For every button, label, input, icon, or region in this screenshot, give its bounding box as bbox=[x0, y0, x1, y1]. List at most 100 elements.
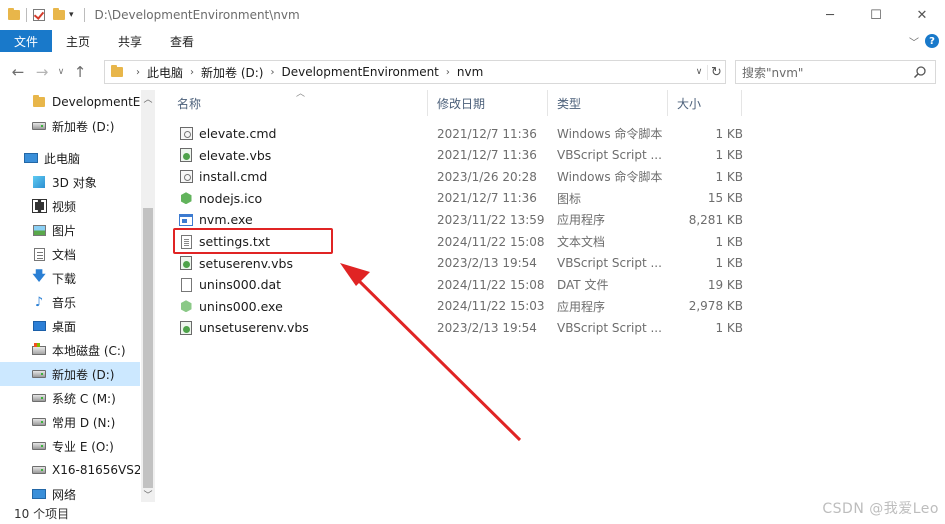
sidebar-item-3d-objects[interactable]: 3D 对象 bbox=[0, 170, 140, 194]
sidebar-item-network[interactable]: 网络 bbox=[0, 482, 140, 502]
file-row[interactable]: install.cmd 2023/1/26 20:28 Windows 命令脚本… bbox=[168, 166, 758, 187]
tab-file[interactable]: 文件 bbox=[0, 30, 53, 52]
file-date: 2021/12/7 11:36 bbox=[437, 148, 537, 163]
scrollbar-thumb[interactable] bbox=[143, 208, 153, 488]
sidebar-scrollbar[interactable]: ︿ ﹀ bbox=[141, 90, 155, 502]
sidebar-item-drive-d-pinned[interactable]: 新加卷 (D:) bbox=[0, 114, 140, 138]
sidebar-item-videos[interactable]: 视频 bbox=[0, 194, 140, 218]
window-title: D:\DevelopmentEnvironment\nvm bbox=[94, 8, 300, 22]
file-type: DAT 文件 bbox=[557, 278, 609, 293]
sidebar-item-documents[interactable]: 文档 bbox=[0, 242, 140, 266]
chevron-right-icon[interactable]: › bbox=[446, 67, 450, 78]
sidebar-item-label: 文档 bbox=[52, 247, 77, 262]
maximize-button[interactable]: ☐ bbox=[853, 0, 899, 30]
file-size: 15 KB bbox=[707, 191, 743, 206]
drive-icon bbox=[32, 367, 46, 381]
sidebar-item-label: 新加卷 (D:) bbox=[52, 119, 115, 134]
pictures-icon bbox=[32, 223, 46, 237]
breadcrumb-drive[interactable]: 新加卷 (D:) bbox=[201, 64, 263, 81]
column-name[interactable]: 名称 ︿ bbox=[168, 89, 428, 116]
dat-file-icon bbox=[179, 277, 193, 292]
sidebar-item-drive-n[interactable]: 常用 D (N:) bbox=[0, 410, 140, 434]
up-button[interactable]: ↑ bbox=[68, 60, 92, 84]
tab-view[interactable]: 查看 bbox=[156, 30, 208, 52]
explorer-window: ▾ D:\DevelopmentEnvironment\nvm ─ ☐ ✕ 文件… bbox=[0, 0, 945, 524]
tab-home[interactable]: 主页 bbox=[52, 30, 104, 52]
file-name: nodejs.ico bbox=[199, 190, 263, 206]
properties-icon[interactable] bbox=[33, 0, 45, 30]
watermark: CSDN @我爱Leo bbox=[822, 501, 939, 517]
file-size: 2,978 KB bbox=[688, 299, 743, 314]
file-row[interactable]: setuserenv.vbs 2023/2/13 19:54 VBScript … bbox=[168, 253, 758, 274]
sidebar-item-drive-c[interactable]: 本地磁盘 (C:) bbox=[0, 338, 140, 362]
close-button[interactable]: ✕ bbox=[899, 0, 945, 30]
address-history-dropdown-icon[interactable]: ∨ bbox=[691, 67, 707, 77]
sidebar-item-downloads[interactable]: 🡇 下载 bbox=[0, 266, 140, 290]
file-row[interactable]: nodejs.ico 2021/12/7 11:36 图标 15 KB bbox=[168, 188, 758, 209]
sidebar-item-desktop[interactable]: 桌面 bbox=[0, 314, 140, 338]
file-size: 1 KB bbox=[715, 234, 743, 249]
sidebar-item-music[interactable]: ♪ 音乐 bbox=[0, 290, 140, 314]
file-row[interactable]: unins000.dat 2024/11/22 15:08 DAT 文件 19 … bbox=[168, 274, 758, 295]
column-date[interactable]: 修改日期 bbox=[428, 90, 548, 116]
breadcrumb-this-pc[interactable]: 此电脑 bbox=[147, 64, 183, 81]
file-row[interactable]: unins000.exe 2024/11/22 15:03 应用程序 2,978… bbox=[168, 296, 758, 317]
file-date: 2023/1/26 20:28 bbox=[437, 169, 537, 184]
breadcrumb-nvm[interactable]: nvm bbox=[457, 65, 483, 79]
quick-access-dropdown-icon[interactable]: ▾ bbox=[69, 10, 74, 20]
file-row[interactable]: elevate.vbs 2021/12/7 11:36 VBScript Scr… bbox=[168, 145, 758, 166]
address-actions: ∨ ↻ bbox=[691, 61, 725, 83]
chevron-right-icon[interactable]: › bbox=[136, 67, 140, 78]
file-row[interactable]: unsetuserenv.vbs 2023/2/13 19:54 VBScrip… bbox=[168, 317, 758, 338]
tab-share[interactable]: 共享 bbox=[104, 30, 156, 52]
video-icon bbox=[31, 199, 47, 213]
sidebar-item-label: 视频 bbox=[52, 199, 77, 214]
chevron-right-icon[interactable]: › bbox=[190, 67, 194, 78]
file-date: 2024/11/22 15:08 bbox=[437, 234, 545, 249]
file-date: 2024/11/22 15:08 bbox=[437, 277, 545, 292]
expand-ribbon-icon[interactable]: ﹀ bbox=[909, 34, 919, 49]
search-box[interactable]: 搜索"nvm" bbox=[735, 60, 936, 84]
column-date-label: 修改日期 bbox=[437, 96, 486, 111]
file-type: 应用程序 bbox=[557, 299, 606, 314]
file-size: 1 KB bbox=[715, 169, 743, 184]
sidebar-item-this-pc[interactable]: 此电脑 bbox=[0, 146, 140, 170]
minimize-button[interactable]: ─ bbox=[807, 0, 853, 30]
scroll-up-icon[interactable]: ︿ bbox=[141, 90, 155, 106]
cmd-file-icon bbox=[179, 169, 193, 184]
address-bar[interactable]: › 此电脑 › 新加卷 (D:) › DevelopmentEnvironmen… bbox=[104, 60, 726, 84]
forward-button[interactable]: → bbox=[30, 60, 54, 84]
sidebar-item-drive-d[interactable]: 新加卷 (D:) bbox=[0, 362, 140, 386]
file-type: 文本文档 bbox=[557, 235, 606, 249]
breadcrumb-devenv[interactable]: DevelopmentEnvironment bbox=[281, 65, 438, 79]
recent-locations-icon[interactable]: ∨ bbox=[54, 60, 68, 84]
column-type[interactable]: 类型 bbox=[548, 90, 668, 116]
downloads-icon: 🡇 bbox=[32, 269, 46, 284]
search-placeholder: 搜索"nvm" bbox=[742, 65, 804, 80]
back-button[interactable]: ← bbox=[6, 60, 30, 84]
sidebar-item-drive-o[interactable]: 专业 E (O:) bbox=[0, 434, 140, 458]
scroll-down-icon[interactable]: ﹀ bbox=[141, 486, 155, 502]
column-name-label: 名称 bbox=[177, 96, 202, 111]
file-type: Windows 命令脚本 bbox=[557, 127, 663, 141]
search-icon[interactable] bbox=[913, 65, 927, 79]
new-folder-icon[interactable] bbox=[53, 0, 65, 30]
file-name: unins000.dat bbox=[199, 277, 282, 293]
file-name: unsetuserenv.vbs bbox=[199, 320, 309, 336]
sidebar-item-x16[interactable]: X16-81656VS2022 bbox=[0, 458, 140, 482]
column-size[interactable]: 大小 bbox=[668, 90, 742, 116]
vbs-file-icon bbox=[179, 256, 193, 271]
navigation-pane: DevelopmentEnvironment 新加卷 (D:) 此电脑 3D 对… bbox=[0, 90, 155, 502]
help-icon[interactable]: ? bbox=[925, 34, 939, 48]
sidebar-item-drive-m[interactable]: 系统 C (M:) bbox=[0, 386, 140, 410]
file-row[interactable]: elevate.cmd 2021/12/7 11:36 Windows 命令脚本… bbox=[168, 123, 758, 144]
column-header: 名称 ︿ 修改日期 类型 大小 bbox=[168, 89, 758, 116]
file-size: 1 KB bbox=[715, 256, 743, 271]
refresh-icon[interactable]: ↻ bbox=[707, 64, 725, 80]
sidebar-item-pictures[interactable]: 图片 bbox=[0, 218, 140, 242]
sidebar-item-devenv[interactable]: DevelopmentEnvironment bbox=[0, 90, 140, 114]
chevron-right-icon[interactable]: › bbox=[270, 67, 274, 78]
title-bar: ▾ D:\DevelopmentEnvironment\nvm ─ ☐ ✕ bbox=[0, 0, 945, 30]
vbs-file-icon bbox=[179, 320, 193, 335]
ribbon-right: ﹀ ? bbox=[909, 30, 939, 52]
